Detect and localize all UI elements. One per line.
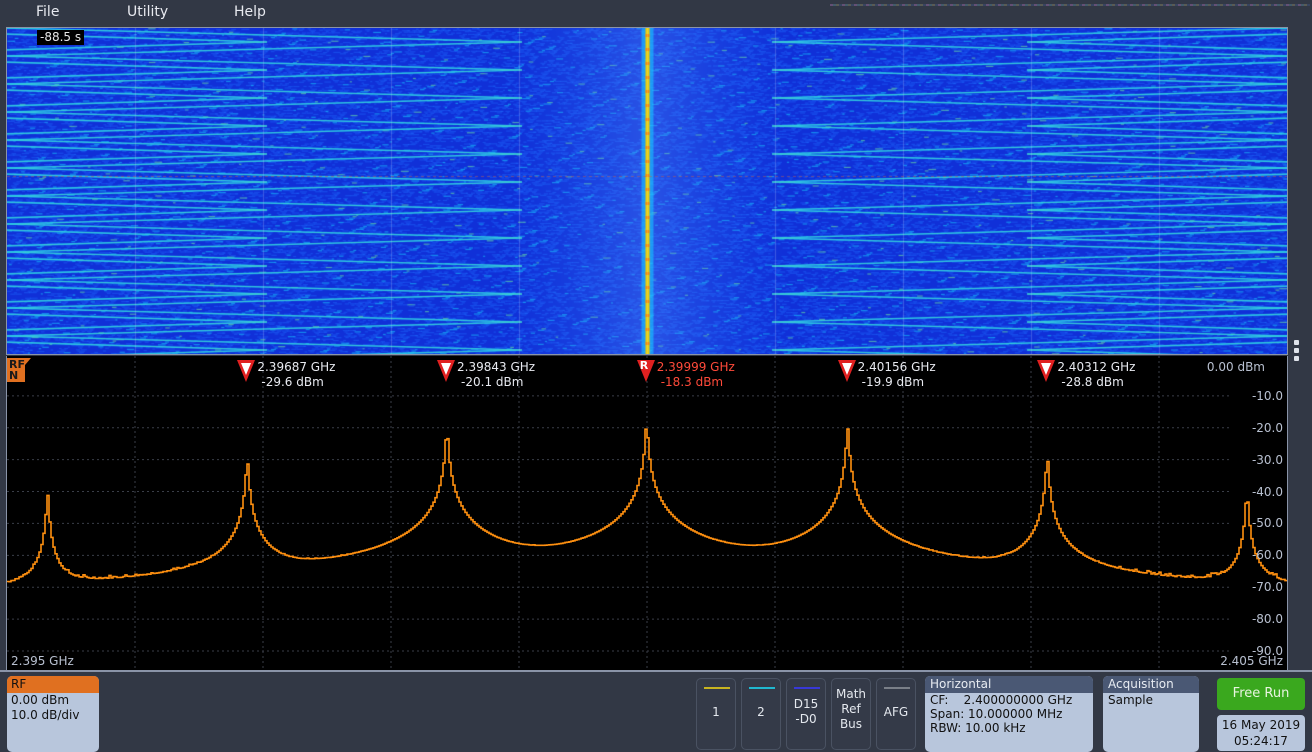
rbw: RBW: 10.00 kHz (930, 721, 1026, 735)
y-tick-label: -10.0 (1251, 388, 1283, 403)
marker-inner-icon (441, 363, 452, 375)
rf-settings-panel[interactable]: RF 0.00 dBm 10.0 dB/div (7, 676, 99, 752)
digital-color-bar (794, 687, 820, 689)
horizontal-panel[interactable]: Horizontal CF: 2.400000000 GHz Span: 10.… (925, 676, 1093, 752)
rf-channel-badge[interactable]: RF N (7, 358, 31, 382)
center-frequency: CF: 2.400000000 GHz (930, 693, 1073, 707)
bottom-settings-bar: RF 0.00 dBm 10.0 dB/div 1 2 D15 -D0 Math… (0, 670, 1312, 752)
marker-frequency: 2.40156 GHz (857, 360, 936, 374)
ref-level-label: 0.00 dBm (1206, 360, 1265, 374)
digital-channels-button[interactable]: D15 -D0 (786, 678, 826, 750)
reference-letter: R (639, 359, 649, 372)
spectrum-plot (7, 356, 1287, 670)
channel-2-label: 2 (757, 705, 765, 719)
y-tick-label: -80.0 (1251, 612, 1283, 627)
marker-frequency: 2.39999 GHz (656, 360, 735, 374)
channel-2-color-bar (749, 687, 775, 689)
menu-file[interactable]: File (36, 4, 59, 20)
time-readout: -88.5 s (37, 30, 85, 45)
rf-scale: 10.0 dB/div (11, 708, 80, 722)
digital-channels-label: D15 -D0 (793, 697, 819, 726)
marker-amplitude: -29.6 dBm (261, 375, 324, 389)
spectrogram-canvas (7, 28, 1287, 354)
span: Span: 10.000000 MHz (930, 707, 1063, 721)
x-start-label: 2.395 GHz (11, 654, 74, 668)
marker-frequency: 2.40312 GHz (1057, 360, 1136, 374)
marker-inner-icon (1041, 363, 1052, 375)
channel-1-color-bar (704, 687, 730, 689)
afg-label: AFG (883, 705, 909, 719)
menu-bar: File Utility Help (0, 0, 1312, 27)
y-tick-label: -20.0 (1251, 420, 1283, 435)
menu-help[interactable]: Help (234, 4, 266, 20)
marker-amplitude: -18.3 dBm (660, 375, 724, 389)
channel-2-button[interactable]: 2 (741, 678, 781, 750)
marker-amplitude: -20.1 dBm (461, 375, 524, 389)
time-label: 05:24:17 (1234, 734, 1288, 748)
marker-inner-icon (841, 363, 852, 375)
y-tick-label: -70.0 (1251, 580, 1283, 595)
marker-frequency: 2.39687 GHz (257, 360, 336, 374)
marker-amplitude: -28.8 dBm (1061, 375, 1124, 389)
spectrum-analyzer-app: File Utility Help -88.5 s RF N 0.00 dBm … (0, 0, 1312, 752)
horizontal-title: Horizontal (925, 676, 1093, 693)
math-ref-bus-button[interactable]: Math Ref Bus (831, 678, 871, 750)
rf-badge-bottom: N (9, 369, 19, 382)
spectrum-view[interactable]: RF N 0.00 dBm -10.0 -20.0 -30.0 -40.0 -50.0 -… (6, 356, 1288, 670)
spectrogram-view[interactable]: -88.5 s (6, 27, 1288, 355)
marker-frequency: 2.39843 GHz (457, 360, 536, 374)
more-options-icon[interactable] (1294, 340, 1300, 364)
rf-ref-level: 0.00 dBm (11, 693, 70, 707)
date-label: 16 May 2019 (1221, 718, 1301, 732)
acquisition-mode: Sample (1108, 693, 1153, 707)
marker-amplitude: -19.9 dBm (861, 375, 925, 389)
y-tick-label: -50.0 (1251, 516, 1283, 531)
y-tick-label: -40.0 (1251, 484, 1283, 499)
acquisition-panel[interactable]: Acquisition Sample (1103, 676, 1199, 752)
y-tick-label: -30.0 (1251, 452, 1283, 467)
afg-color-bar (884, 687, 910, 689)
menu-utility[interactable]: Utility (127, 4, 168, 20)
marker-inner-icon (241, 363, 252, 375)
afg-button[interactable]: AFG (876, 678, 916, 750)
channel-1-label: 1 (712, 705, 720, 719)
date-time-display[interactable]: 16 May 2019 05:24:17 (1217, 715, 1305, 751)
title-noise (830, 4, 1310, 6)
rf-panel-title: RF (7, 676, 99, 693)
y-tick-label: -60.0 (1251, 548, 1283, 563)
math-ref-bus-label: Math Ref Bus (835, 687, 867, 731)
acquisition-title: Acquisition (1103, 676, 1199, 693)
free-run-button[interactable]: Free Run (1217, 678, 1305, 710)
channel-1-button[interactable]: 1 (696, 678, 736, 750)
x-end-label: 2.405 GHz (1220, 654, 1283, 668)
